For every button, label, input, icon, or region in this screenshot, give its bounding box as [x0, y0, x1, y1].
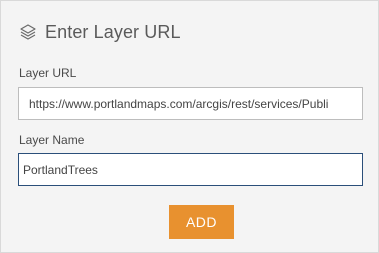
layer-name-input[interactable]	[18, 153, 363, 186]
panel-title: Enter Layer URL	[45, 21, 181, 42]
layers-icon	[19, 23, 37, 41]
enter-layer-url-panel: Enter Layer URL Layer URL Layer Name ADD	[0, 0, 379, 253]
layer-url-label: Layer URL	[19, 66, 77, 80]
add-button[interactable]: ADD	[169, 205, 234, 239]
layer-name-label: Layer Name	[19, 133, 85, 147]
layer-url-input[interactable]	[18, 87, 363, 120]
panel-header: Enter Layer URL	[19, 19, 181, 45]
